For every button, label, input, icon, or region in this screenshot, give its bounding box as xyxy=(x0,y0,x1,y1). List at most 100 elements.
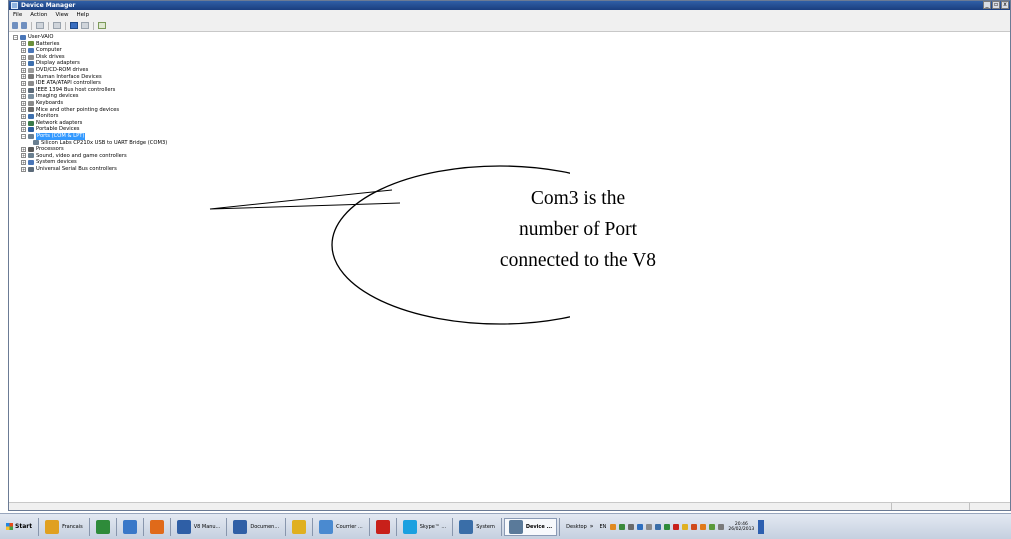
menu-file[interactable]: File xyxy=(13,10,22,20)
tree-item[interactable]: + Processors xyxy=(13,146,167,153)
expand-toggle-icon[interactable]: + xyxy=(21,153,26,159)
tree-item[interactable]: + Computer xyxy=(13,47,167,54)
app-icon xyxy=(508,519,523,534)
expand-toggle-icon[interactable]: + xyxy=(21,54,26,60)
taskbar-button[interactable]: System xyxy=(455,518,499,536)
tree-child-item[interactable]: Silicon Labs CP210x USB to UART Bridge (… xyxy=(13,140,167,147)
close-button[interactable]: x xyxy=(1001,1,1009,9)
tree-item[interactable]: + Batteries xyxy=(13,41,167,48)
taskbar-button[interactable] xyxy=(372,518,394,536)
tree-root[interactable]: − User-VAIO xyxy=(13,34,167,41)
tree-item-label: Sound, video and game controllers xyxy=(36,152,127,159)
language-indicator[interactable]: EN xyxy=(599,524,606,530)
tree-item[interactable]: + Portable Devices xyxy=(13,126,167,133)
taskbar-button[interactable] xyxy=(92,518,114,536)
clock-date: 26/02/2013 xyxy=(728,526,755,532)
expand-toggle-icon[interactable]: + xyxy=(21,61,26,67)
expand-toggle-icon[interactable]: + xyxy=(21,67,26,73)
chevron-icon[interactable]: » xyxy=(590,523,594,530)
expand-toggle-icon[interactable]: + xyxy=(21,166,26,172)
expand-toggle-icon[interactable]: + xyxy=(21,146,26,152)
tray-icon[interactable] xyxy=(691,523,698,530)
taskbar-button[interactable]: Courrier ... xyxy=(315,518,367,536)
tree-item-label: Mice and other pointing devices xyxy=(36,106,120,113)
tree-item[interactable]: + Monitors xyxy=(13,113,167,120)
expand-toggle-icon[interactable]: + xyxy=(21,120,26,126)
tray-icon[interactable] xyxy=(610,523,617,530)
system-tray xyxy=(610,523,725,530)
expand-toggle-icon[interactable]: + xyxy=(21,41,26,47)
tree-item[interactable]: + Sound, video and game controllers xyxy=(13,153,167,160)
callout-line: number of Port xyxy=(518,219,638,240)
collapse-toggle-icon[interactable]: − xyxy=(13,34,18,40)
properties-icon[interactable] xyxy=(36,22,44,29)
scan-icon[interactable] xyxy=(98,22,106,29)
computer-icon xyxy=(20,34,26,40)
start-button[interactable]: Start xyxy=(0,514,36,539)
tree-item[interactable]: + Keyboards xyxy=(13,100,167,107)
taskbar-button[interactable]: Francais xyxy=(41,518,87,536)
tree-item[interactable]: + Display adapters xyxy=(13,60,167,67)
taskbar-button[interactable]: Documen... xyxy=(229,518,283,536)
maximize-button[interactable]: ▫ xyxy=(992,1,1000,9)
menu-action[interactable]: Action xyxy=(30,10,47,20)
device-category-icon xyxy=(28,94,34,100)
taskbar-button[interactable]: Device ... xyxy=(503,517,558,536)
tray-icon[interactable] xyxy=(637,523,644,530)
expand-toggle-icon[interactable]: + xyxy=(21,74,26,80)
tree-item[interactable]: + Network adapters xyxy=(13,120,167,127)
tree-item[interactable]: − Ports (COM & LPT) xyxy=(13,132,167,140)
clock[interactable]: 20:46 26/02/2013 xyxy=(728,522,754,532)
menu-bar: File Action View Help xyxy=(9,10,1010,20)
desktop-toolbar[interactable]: Desktop » xyxy=(562,518,597,536)
taskbar-button[interactable] xyxy=(288,518,310,536)
expand-toggle-icon[interactable]: + xyxy=(21,160,26,166)
speaker-icon[interactable] xyxy=(709,523,716,530)
tree-item[interactable]: + IEEE 1394 Bus host controllers xyxy=(13,87,167,94)
device-category-icon xyxy=(28,54,34,60)
menu-view[interactable]: View xyxy=(55,10,68,20)
tree-item[interactable]: + Human Interface Devices xyxy=(13,74,167,81)
tray-icon[interactable] xyxy=(655,523,662,530)
expand-toggle-icon[interactable]: + xyxy=(21,127,26,133)
menu-help[interactable]: Help xyxy=(77,10,90,20)
tree-item[interactable]: + IDE ATA/ATAPI controllers xyxy=(13,80,167,87)
view-icon[interactable] xyxy=(53,22,61,29)
tree-item[interactable]: + Disk drives xyxy=(13,54,167,61)
tray-icon[interactable] xyxy=(664,523,671,530)
app-icon xyxy=(402,519,417,534)
tray-icon[interactable] xyxy=(646,523,653,530)
expand-toggle-icon[interactable]: + xyxy=(21,113,26,119)
expand-toggle-icon[interactable]: + xyxy=(21,47,26,53)
tree-item-label: Imaging devices xyxy=(36,93,79,100)
expand-toggle-icon[interactable]: + xyxy=(21,94,26,100)
expand-toggle-icon[interactable]: + xyxy=(21,80,26,86)
expand-toggle-icon[interactable]: + xyxy=(21,107,26,113)
title-bar[interactable]: Device Manager _ ▫ x xyxy=(9,1,1010,10)
taskbar-button[interactable] xyxy=(119,518,141,536)
device-category-icon xyxy=(28,133,34,139)
show-desktop-button[interactable] xyxy=(758,519,765,534)
back-arrow-icon[interactable] xyxy=(12,22,18,29)
forward-arrow-icon[interactable] xyxy=(21,22,27,29)
tree-item[interactable]: + DVD/CD-ROM drives xyxy=(13,67,167,74)
tree-item[interactable]: + Universal Serial Bus controllers xyxy=(13,166,167,173)
taskbar-button[interactable] xyxy=(146,518,168,536)
minimize-button[interactable]: _ xyxy=(983,1,991,9)
taskbar-button[interactable]: V8 Manu... xyxy=(173,518,225,536)
tray-icon[interactable] xyxy=(619,523,626,530)
tray-icon[interactable] xyxy=(700,523,707,530)
taskbar-button[interactable]: Skype™ ... xyxy=(399,518,450,536)
tree-item[interactable]: + Mice and other pointing devices xyxy=(13,107,167,114)
tree-item[interactable]: + Imaging devices xyxy=(13,93,167,100)
tray-icon[interactable] xyxy=(628,523,635,530)
tree-item[interactable]: + System devices xyxy=(13,159,167,166)
tray-icon[interactable] xyxy=(682,523,689,530)
expand-toggle-icon[interactable]: + xyxy=(21,100,26,106)
device-icon[interactable] xyxy=(81,22,89,29)
expand-toggle-icon[interactable]: + xyxy=(21,87,26,93)
tray-icon[interactable] xyxy=(673,523,680,530)
network-icon[interactable] xyxy=(718,523,725,530)
collapse-toggle-icon[interactable]: − xyxy=(21,133,26,139)
help-icon[interactable] xyxy=(70,22,78,29)
